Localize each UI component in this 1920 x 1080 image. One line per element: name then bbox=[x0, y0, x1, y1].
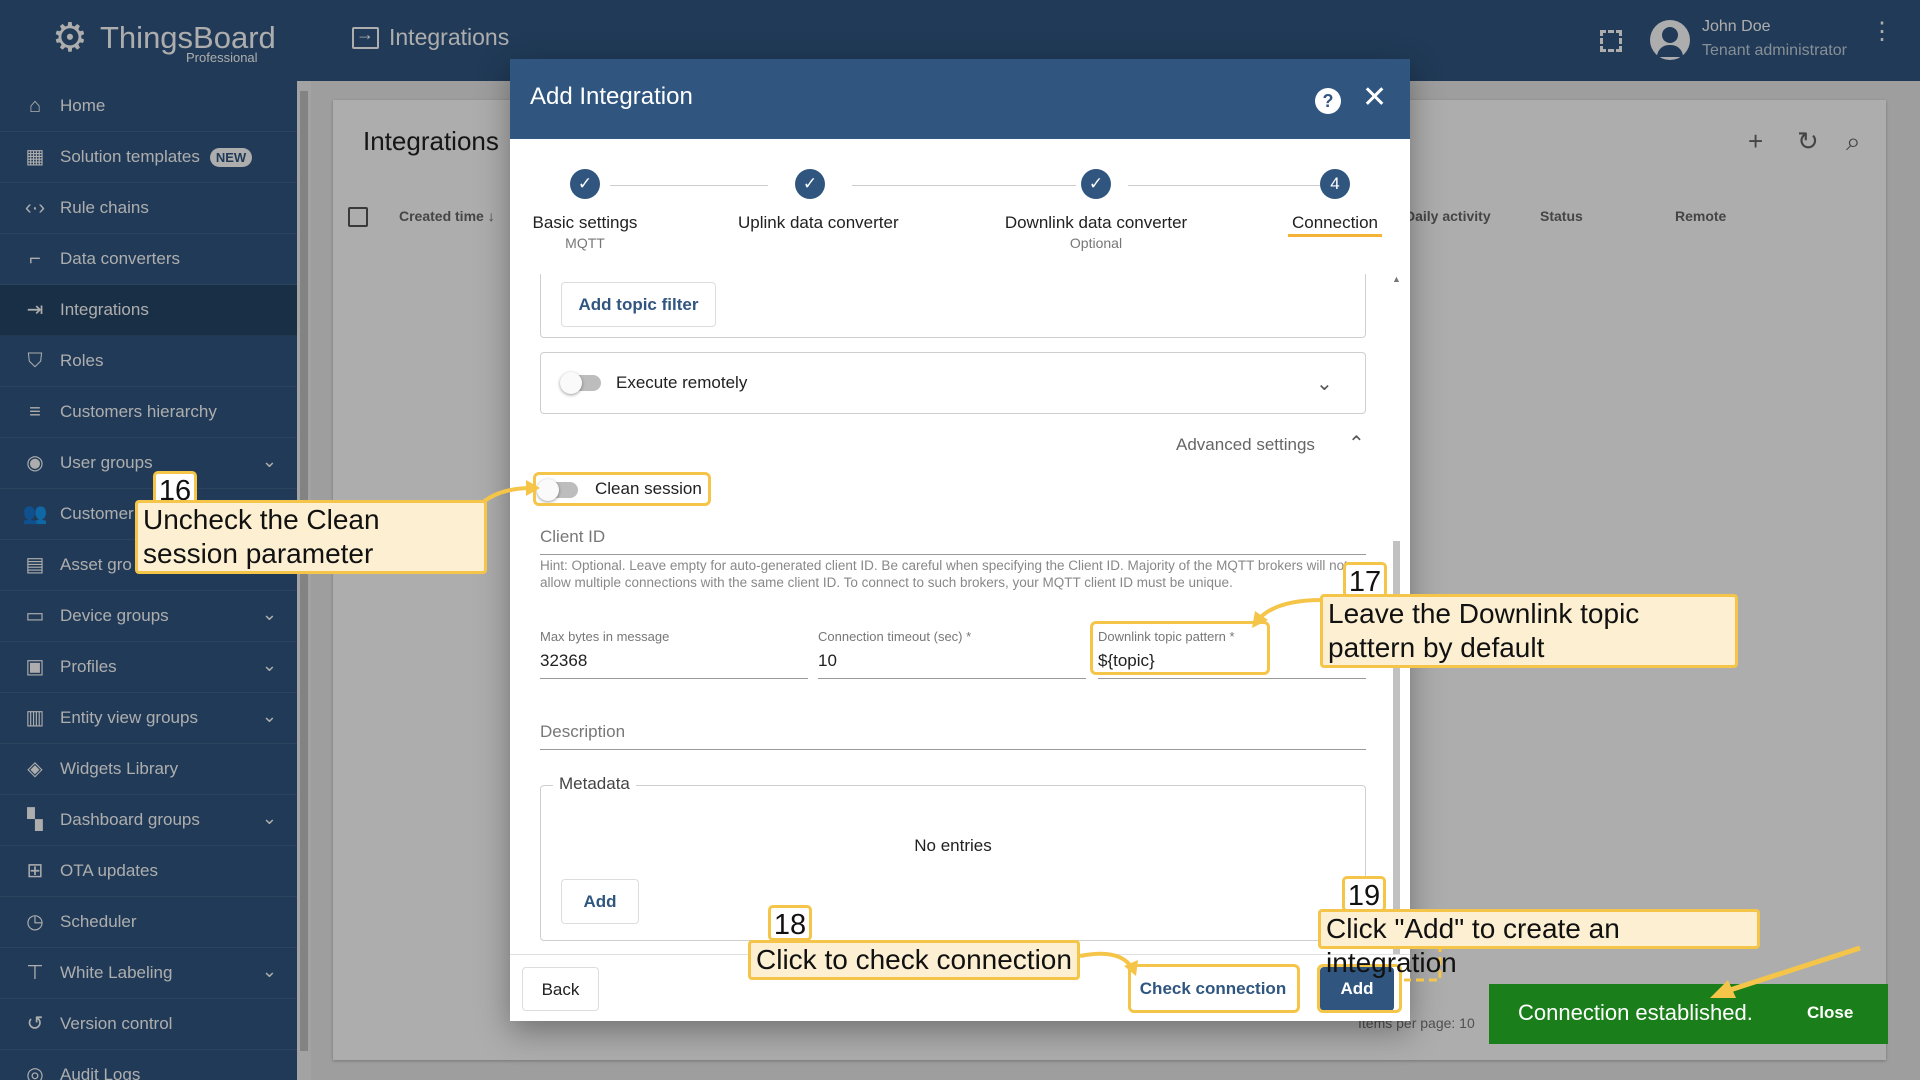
client-id-input[interactable] bbox=[540, 554, 1366, 555]
step-basic-settings[interactable]: ✓ Basic settings MQTT bbox=[530, 169, 640, 251]
scroll-up-arrow-icon[interactable]: ▲ bbox=[1392, 274, 1401, 284]
step-uplink-data-converter[interactable]: ✓ Uplink data converter bbox=[738, 169, 899, 233]
step-number: 4 bbox=[1320, 169, 1350, 199]
metadata-label: Metadata bbox=[553, 774, 636, 794]
step-number-18: 18 bbox=[768, 905, 812, 941]
callout-17: Leave the Downlink topic pattern by defa… bbox=[1320, 594, 1738, 668]
callout-19: Click "Add" to create an integration bbox=[1318, 909, 1760, 978]
help-icon[interactable]: ? bbox=[1315, 88, 1341, 114]
step-sublabel: MQTT bbox=[565, 235, 605, 251]
add-integration-dialog: Add Integration ? ✕ ✓ Basic settings MQT… bbox=[510, 59, 1410, 1021]
step-downlink-data-converter[interactable]: ✓ Downlink data converter Optional bbox=[1001, 169, 1191, 251]
chevron-down-icon[interactable]: ⌄ bbox=[1316, 371, 1333, 396]
step-number-17: 17 bbox=[1343, 562, 1387, 598]
step-connection[interactable]: 4 Connection bbox=[1288, 169, 1382, 237]
snackbar-toast: Connection established. Close bbox=[1489, 984, 1888, 1044]
dialog-title: Add Integration bbox=[530, 83, 693, 110]
advanced-settings-label[interactable]: Advanced settings bbox=[1176, 435, 1315, 455]
metadata-section: Metadata No entries Add bbox=[540, 774, 1366, 941]
step-label: Connection bbox=[1288, 213, 1382, 237]
dialog-header: Add Integration ? ✕ bbox=[510, 59, 1410, 139]
highlight-check-connection bbox=[1128, 964, 1300, 1013]
step-number-19: 19 bbox=[1342, 876, 1386, 912]
chevron-up-icon[interactable]: ⌃ bbox=[1348, 431, 1365, 456]
toast-close-button[interactable]: Close bbox=[1807, 1003, 1853, 1023]
step-label: Downlink data converter bbox=[1004, 213, 1188, 232]
downlink-topic-pattern-underline bbox=[1098, 678, 1366, 679]
check-icon: ✓ bbox=[795, 169, 825, 199]
back-button[interactable]: Back bbox=[522, 967, 599, 1011]
connection-timeout-label: Connection timeout (sec) * bbox=[818, 629, 972, 644]
execute-remotely-toggle[interactable] bbox=[560, 372, 601, 394]
connection-timeout-underline bbox=[818, 678, 1086, 679]
step-label: Basic settings bbox=[532, 213, 638, 232]
check-icon: ✓ bbox=[1081, 169, 1111, 199]
toast-message: Connection established. bbox=[1518, 1000, 1753, 1025]
add-topic-filter-button[interactable]: Add topic filter bbox=[561, 282, 716, 327]
callout-18: Click to check connection bbox=[748, 940, 1080, 980]
max-bytes-underline bbox=[540, 678, 808, 679]
no-entries-text: No entries bbox=[914, 836, 992, 855]
step-label: Uplink data converter bbox=[738, 213, 899, 232]
highlight-clean-session bbox=[533, 472, 711, 506]
step-sublabel: Optional bbox=[1069, 235, 1123, 251]
max-bytes-input[interactable]: 32368 bbox=[540, 651, 587, 671]
close-icon[interactable]: ✕ bbox=[1362, 83, 1387, 113]
client-id-hint: Hint: Optional. Leave empty for auto-gen… bbox=[540, 558, 1348, 590]
callout-16: Uncheck the Clean session parameter bbox=[135, 500, 487, 574]
check-icon: ✓ bbox=[570, 169, 600, 199]
highlight-downlink-topic bbox=[1090, 621, 1270, 675]
execute-remotely-panel[interactable]: Execute remotely ⌄ bbox=[540, 352, 1366, 414]
connection-timeout-input[interactable]: 10 bbox=[818, 651, 837, 671]
max-bytes-label: Max bytes in message bbox=[540, 629, 670, 644]
client-id-label: Client ID bbox=[540, 527, 606, 546]
topic-filters-section: Add topic filter bbox=[540, 274, 1366, 338]
description-label: Description bbox=[540, 722, 626, 741]
description-input[interactable] bbox=[540, 749, 1366, 750]
metadata-add-button[interactable]: Add bbox=[561, 879, 639, 924]
execute-remotely-label: Execute remotely bbox=[616, 373, 748, 392]
